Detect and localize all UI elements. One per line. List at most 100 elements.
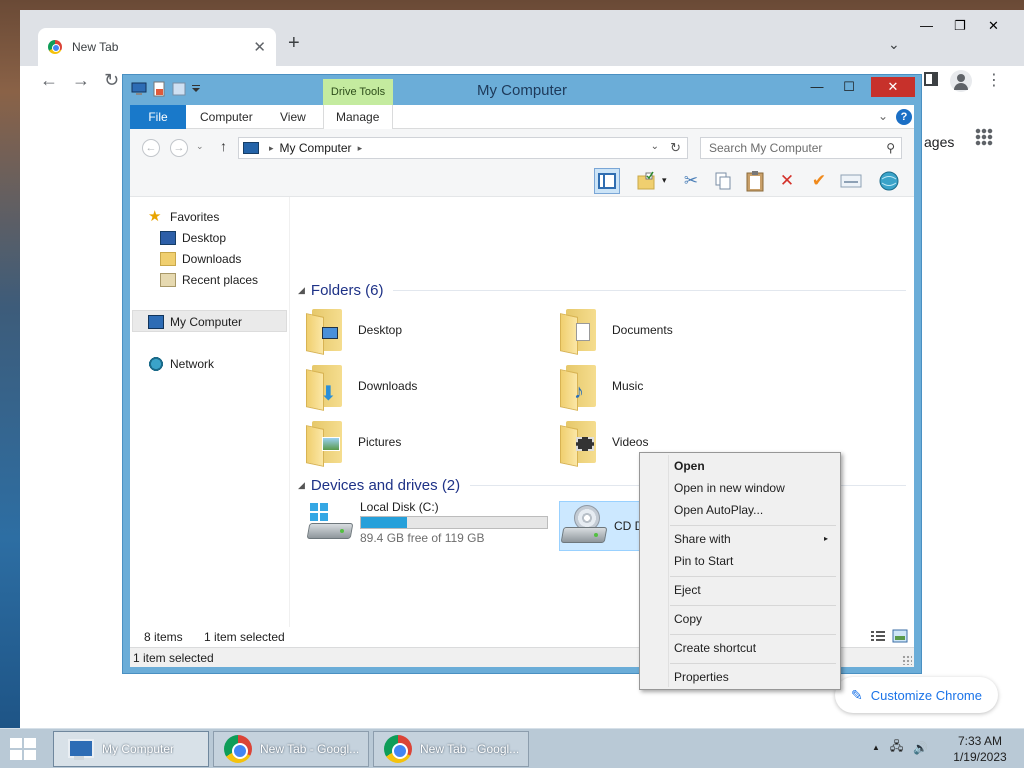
properties-button[interactable]	[838, 168, 864, 194]
search-input[interactable]: Search My Computer ⚲	[700, 137, 902, 159]
delete-button[interactable]: ✕	[774, 168, 800, 194]
chrome-close-button[interactable]: ✕	[988, 18, 999, 34]
rename-button[interactable]: ✔	[806, 168, 832, 194]
breadcrumb-my-computer[interactable]: My Computer	[280, 141, 352, 155]
menu-item-eject[interactable]: Eject	[674, 579, 838, 601]
taskbar-chrome-1[interactable]: New Tab - Googl...	[213, 731, 369, 767]
folder-documents-icon	[560, 307, 600, 355]
folders-header-row[interactable]: ◢ Folders (6)	[298, 280, 906, 300]
images-link[interactable]: ages	[924, 134, 954, 150]
customize-chrome-label: Customize Chrome	[870, 687, 982, 703]
taskbar-clock[interactable]: 7:33 AM 1/19/2023	[948, 733, 1012, 765]
folder-documents[interactable]: Documents	[560, 305, 810, 355]
nav-favorites[interactable]: ★ Favorites	[148, 207, 219, 227]
reload-icon[interactable]: ↻	[104, 70, 119, 91]
paste-button[interactable]	[742, 168, 768, 194]
address-dropdown-icon[interactable]: ⌄	[651, 141, 659, 152]
drive-local-disk-c[interactable]: Local Disk (C:) 89.4 GB free of 119 GB	[306, 497, 548, 547]
tab-file[interactable]: File	[130, 105, 186, 129]
clipboard-icon	[746, 171, 764, 192]
profile-avatar-icon[interactable]	[950, 70, 972, 92]
chrome-tab-new-tab[interactable]: New Tab ✕	[38, 28, 276, 66]
nav-network[interactable]: Network	[148, 354, 214, 374]
tab-search-button[interactable]: ⌄	[888, 36, 900, 53]
chrome-maximize-button[interactable]: ❐	[954, 18, 966, 34]
breadcrumb-separator-icon[interactable]: ▸	[358, 143, 363, 154]
close-tab-icon[interactable]: ✕	[253, 38, 266, 56]
nav-downloads[interactable]: Downloads	[160, 249, 241, 269]
folder-label: Downloads	[358, 379, 418, 393]
show-hidden-icons-icon[interactable]: ▲	[872, 743, 880, 752]
cut-button[interactable]: ✂	[678, 168, 704, 194]
chrome-menu-icon[interactable]: ⋮	[986, 70, 1002, 90]
nav-my-computer[interactable]: My Computer	[148, 312, 242, 332]
menu-item-open-autoplay[interactable]: Open AutoPlay...	[674, 499, 838, 521]
menu-item-pin-to-start[interactable]: Pin to Start	[674, 550, 838, 572]
copy-button[interactable]	[710, 168, 736, 194]
windows-logo-icon	[24, 738, 36, 748]
chrome-minimize-button[interactable]: —	[920, 18, 933, 33]
menu-item-properties[interactable]: Properties	[674, 666, 838, 688]
back-arrow-icon[interactable]: ←	[40, 70, 58, 91]
customize-chrome-button[interactable]: ✎ Customize Chrome	[835, 677, 998, 713]
network-globe-button[interactable]	[876, 168, 902, 194]
collapse-chevron-icon[interactable]: ◢	[298, 285, 305, 296]
tab-manage[interactable]: Manage	[323, 105, 393, 129]
menu-item-open[interactable]: Open	[674, 455, 838, 477]
new-tab-button[interactable]: +	[288, 32, 300, 55]
explorer-titlebar[interactable]: Drive Tools My Computer — ☐ ✕	[123, 75, 921, 105]
breadcrumb-separator-icon[interactable]: ▸	[269, 143, 274, 154]
folder-desktop[interactable]: Desktop	[306, 305, 556, 355]
expand-ribbon-icon[interactable]: ⌄	[878, 109, 888, 123]
nav-desktop[interactable]: Desktop	[160, 228, 226, 248]
folder-label: Pictures	[358, 435, 402, 449]
clock-time: 7:33 AM	[957, 734, 1003, 748]
maximize-button[interactable]: ☐	[835, 77, 863, 97]
delete-x-icon: ✕	[779, 171, 795, 190]
taskbar-my-computer[interactable]: My Computer	[53, 731, 209, 767]
address-bar[interactable]: ▸ My Computer ▸ ⌄ ↻	[238, 137, 688, 159]
chrome-favicon-icon	[48, 40, 62, 54]
side-panel-icon[interactable]	[924, 72, 938, 86]
start-button[interactable]	[10, 738, 38, 760]
back-button[interactable]: ←	[142, 139, 160, 157]
up-arrow-icon[interactable]: ↑	[220, 138, 227, 154]
forward-arrow-icon[interactable]: →	[72, 70, 90, 91]
large-icons-view-icon[interactable]	[892, 629, 908, 643]
folder-options-dropdown-icon[interactable]: ▾	[662, 175, 667, 186]
system-tray: ▲ 🖧 🔊	[872, 737, 928, 758]
hard-drive-icon	[306, 499, 356, 545]
collapse-chevron-icon[interactable]: ◢	[298, 480, 305, 491]
close-button[interactable]: ✕	[871, 77, 915, 97]
pencil-icon: ✎	[851, 686, 863, 703]
refresh-icon[interactable]: ↻	[670, 140, 681, 156]
tab-computer[interactable]: Computer	[188, 105, 265, 129]
menu-item-share-with[interactable]: Share with ▸	[674, 528, 838, 550]
network-tray-icon[interactable]: 🖧	[890, 737, 903, 758]
folder-downloads[interactable]: ⬇ Downloads	[306, 361, 556, 411]
taskbar: My Computer New Tab - Googl... New Tab -…	[0, 728, 1024, 768]
google-apps-icon[interactable]	[975, 128, 993, 146]
nav-recent-places[interactable]: Recent places	[160, 270, 258, 290]
tab-view[interactable]: View	[268, 105, 318, 129]
taskbar-chrome-2[interactable]: New Tab - Googl...	[373, 731, 529, 767]
folder-pictures[interactable]: Pictures	[306, 417, 556, 467]
menu-item-open-new-window[interactable]: Open in new window	[674, 477, 838, 499]
menu-item-create-shortcut[interactable]: Create shortcut	[674, 637, 838, 659]
details-view-icon[interactable]	[870, 629, 886, 643]
minimize-button[interactable]: —	[803, 77, 831, 97]
folder-options-button[interactable]	[634, 168, 660, 194]
volume-icon[interactable]: 🔊	[913, 741, 928, 755]
menu-item-copy[interactable]: Copy	[674, 608, 838, 630]
search-icon[interactable]: ⚲	[886, 141, 895, 155]
recent-locations-icon[interactable]: ⌄	[196, 141, 204, 152]
folder-music[interactable]: ♪ Music	[560, 361, 810, 411]
preview-pane-button[interactable]	[594, 168, 620, 194]
help-icon[interactable]: ?	[896, 109, 912, 125]
forward-button[interactable]: →	[170, 139, 188, 157]
drive-c-free-space: 89.4 GB free of 119 GB	[360, 530, 485, 545]
folder-videos-icon	[560, 419, 600, 467]
network-icon	[148, 357, 164, 371]
folder-music-icon: ♪	[560, 363, 600, 411]
resize-grip-icon[interactable]	[902, 655, 912, 665]
